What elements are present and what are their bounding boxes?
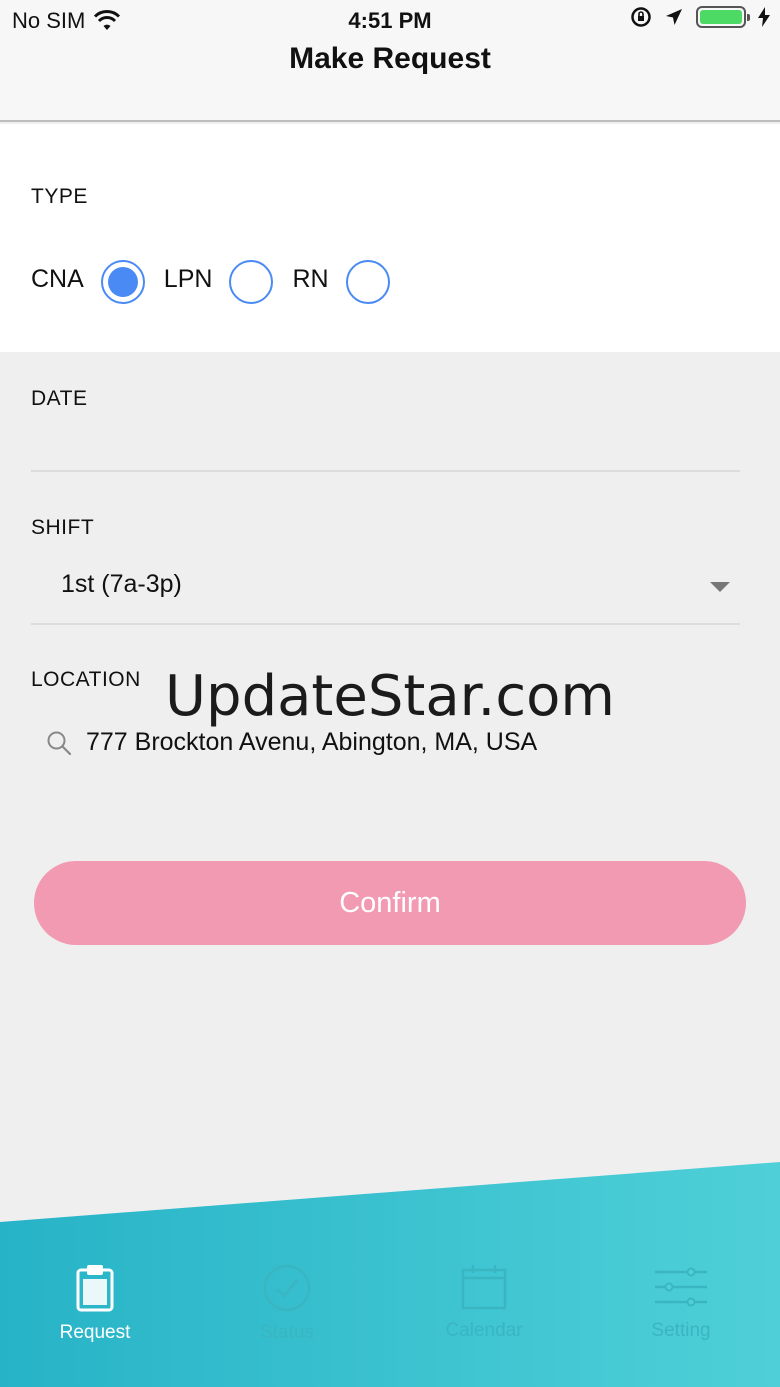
type-section: TYPE CNA LPN RN [0, 124, 780, 352]
calendar-icon [461, 1265, 507, 1310]
search-icon [47, 731, 72, 755]
shift-value: 1st (7a-3p) [61, 570, 182, 598]
type-label: TYPE [31, 185, 88, 208]
clipboard-icon [76, 1265, 114, 1312]
location-value: 777 Brockton Avenu, Abington, MA, USA [86, 728, 538, 756]
date-label: DATE [31, 387, 88, 410]
type-option-label-rn: RN [292, 264, 329, 293]
tab-label-calendar: Calendar [445, 1320, 523, 1341]
chevron-down-icon [710, 582, 730, 592]
tab-calendar[interactable]: Calendar [389, 1264, 579, 1342]
location-input[interactable]: 777 Brockton Avenu, Abington, MA, USA [46, 728, 537, 757]
tab-label-setting: Setting [651, 1320, 711, 1341]
orientation-lock-icon [631, 7, 651, 27]
type-option-label-lpn: LPN [163, 264, 213, 293]
tab-label-status: Status [260, 1322, 314, 1343]
tab-label-request: Request [59, 1322, 131, 1343]
sliders-icon [655, 1267, 707, 1307]
confirm-button[interactable]: Confirm [34, 861, 746, 945]
tab-request[interactable]: Request [0, 1264, 190, 1344]
tab-bar: Request Status Calendar Setting [0, 1162, 780, 1387]
radio-cna[interactable] [100, 260, 145, 304]
location-arrow-icon [666, 9, 682, 25]
type-option-label-cna: CNA [31, 264, 84, 293]
watermark-text: UpdateStar.com [165, 664, 615, 729]
shift-divider [31, 623, 740, 625]
type-radio-group: CNA LPN RN [31, 254, 390, 304]
page-title: Make Request [289, 42, 491, 75]
status-indicators [630, 6, 770, 28]
radio-rn[interactable] [345, 260, 390, 304]
radio-lpn[interactable] [229, 260, 274, 304]
tab-setting[interactable]: Setting [586, 1264, 776, 1342]
tab-status[interactable]: Status [192, 1264, 382, 1344]
date-divider [31, 470, 740, 472]
shift-label: SHIFT [31, 516, 95, 539]
battery-icon [696, 6, 750, 28]
shift-select[interactable]: 1st (7a-3p) [31, 552, 740, 622]
top-bar: No SIM 4:51 PM Make Request [0, 0, 780, 122]
radio-selected-dot [107, 267, 138, 297]
status-bar: No SIM 4:51 PM [0, 0, 780, 40]
check-circle-icon [263, 1264, 311, 1312]
date-field[interactable] [31, 418, 740, 468]
charging-bolt-icon [758, 7, 770, 27]
